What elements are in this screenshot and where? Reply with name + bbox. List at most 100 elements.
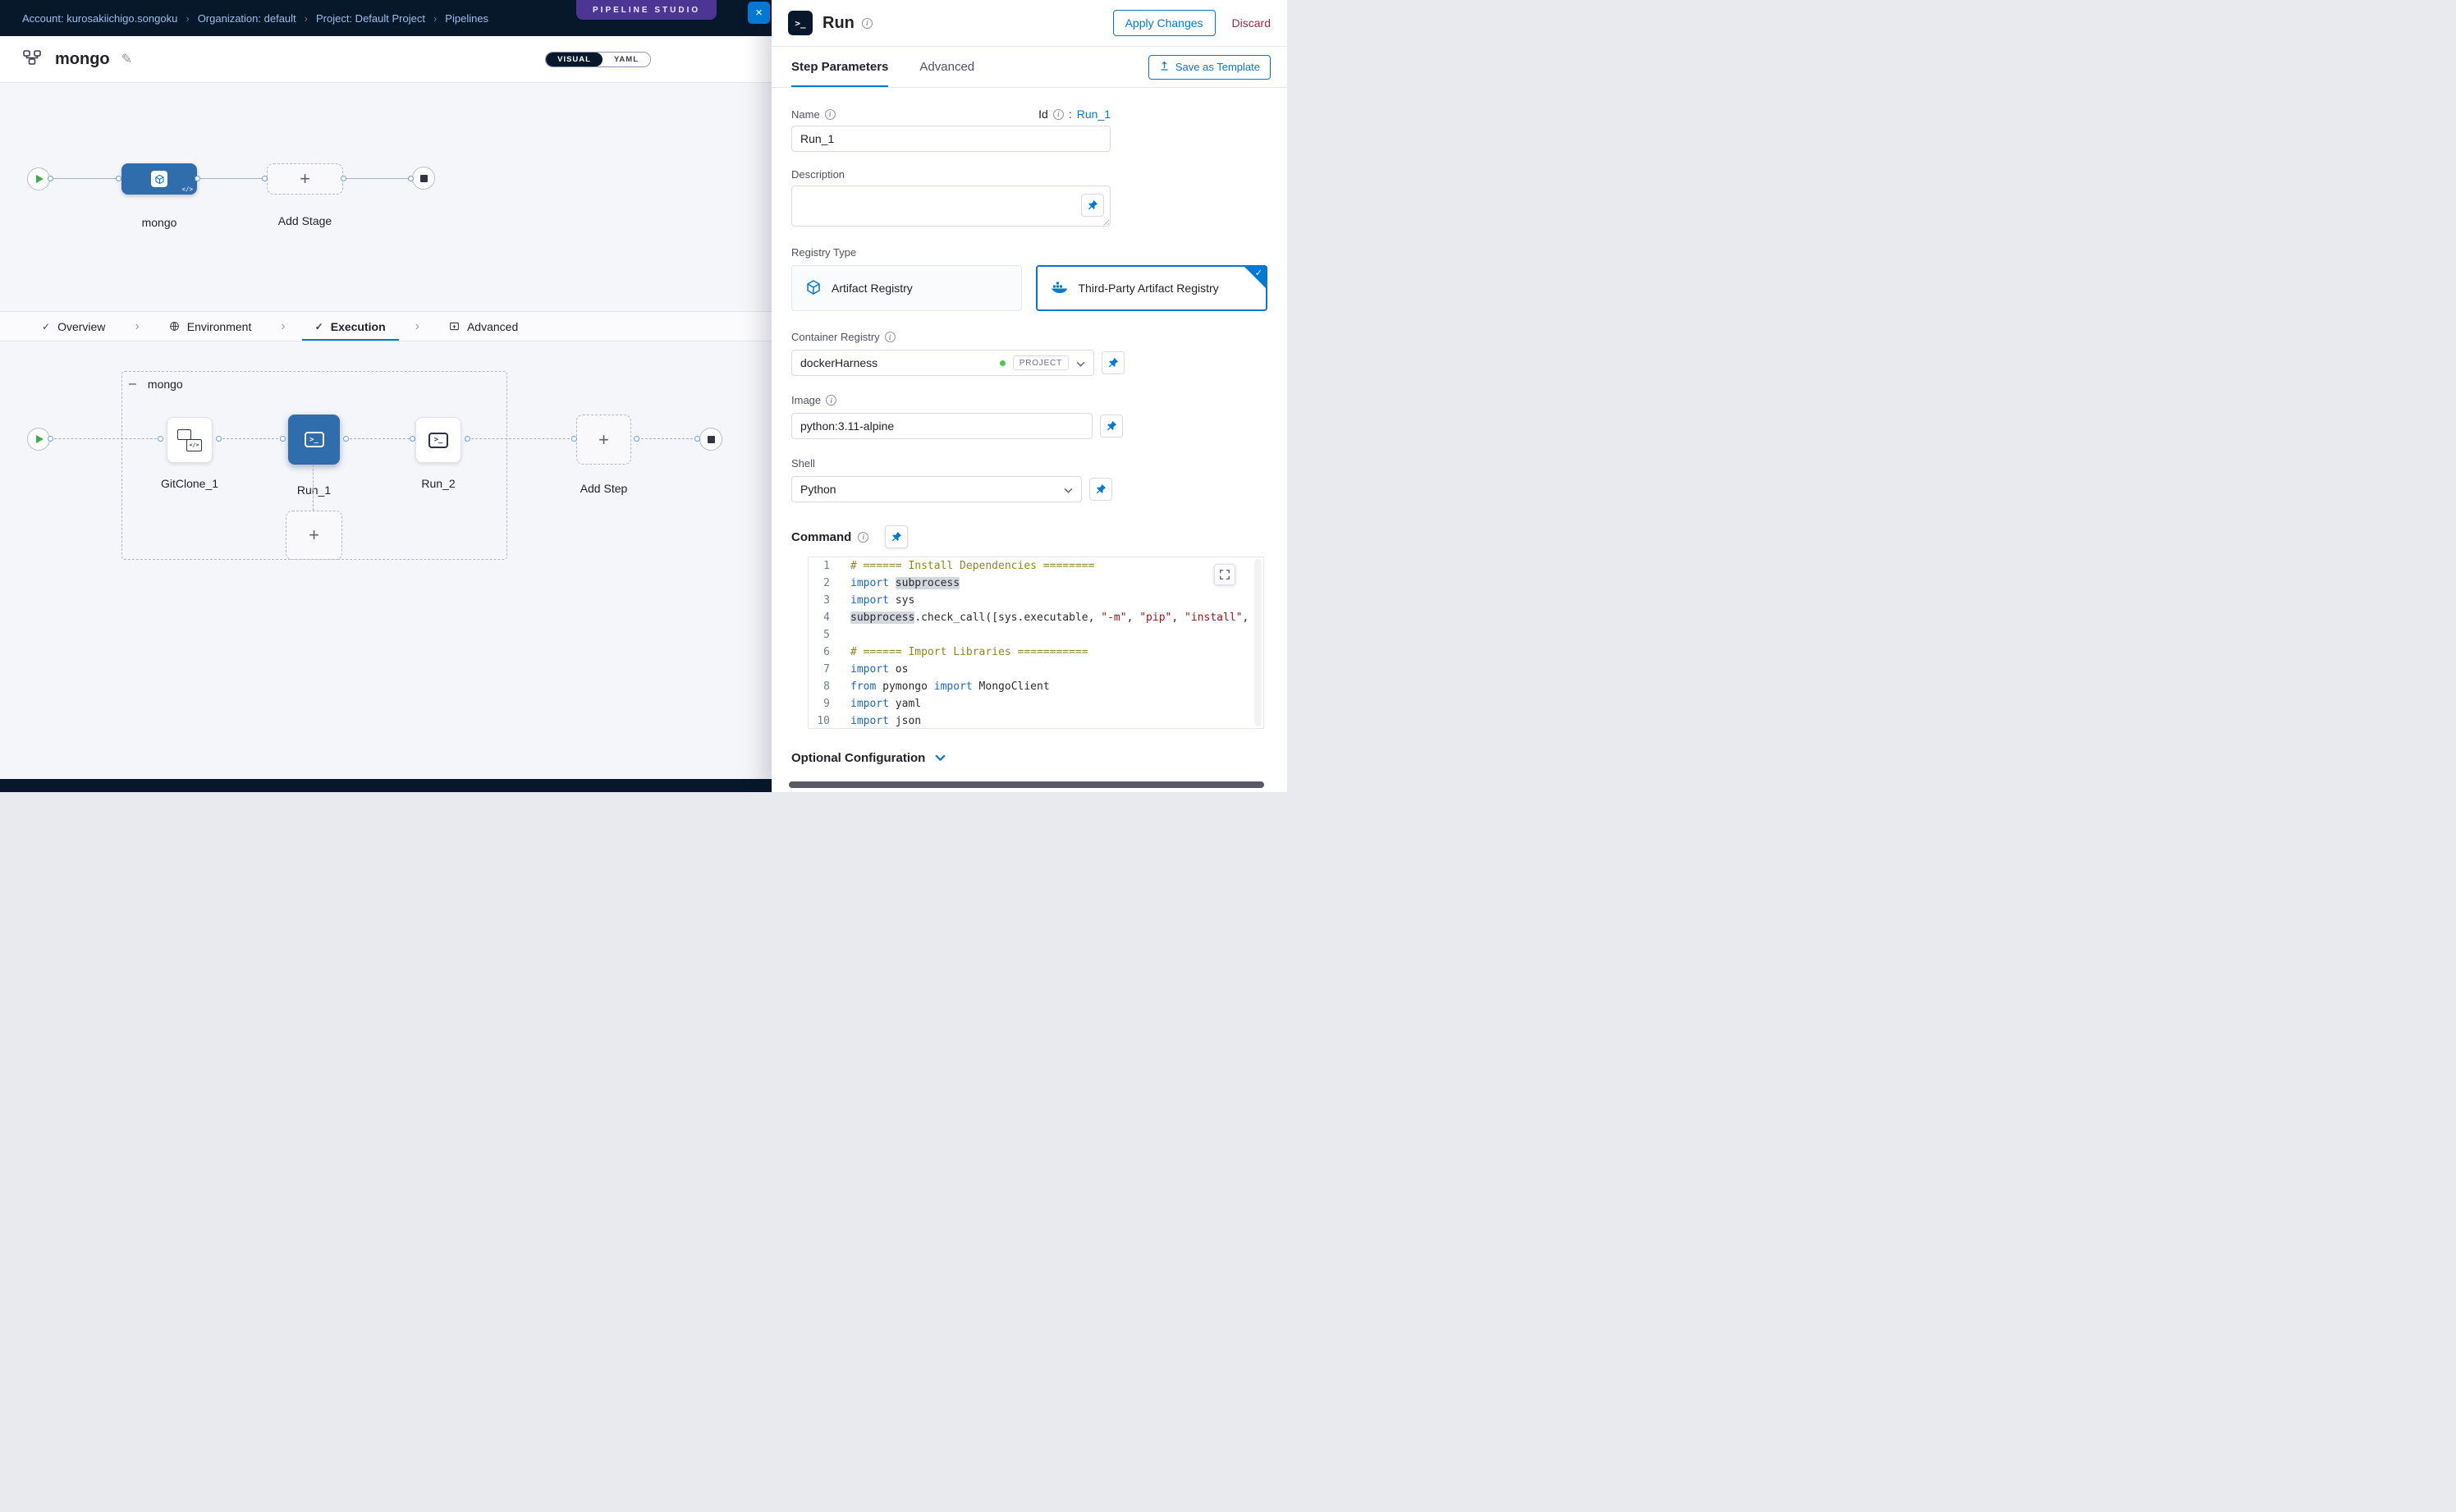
- tab-label: Overview: [57, 320, 105, 333]
- pin-fixed-value-button[interactable]: [1102, 351, 1125, 374]
- gitclone-icon: </>: [177, 429, 202, 451]
- step-node-run-1[interactable]: >_: [288, 415, 340, 465]
- description-label: Description: [791, 168, 845, 181]
- panel-header: >_ Run i Apply Changes Discard: [772, 0, 1287, 47]
- registry-card-artifact[interactable]: Artifact Registry: [791, 265, 1022, 311]
- optional-configuration-toggle[interactable]: Optional Configuration: [791, 750, 1267, 765]
- tab-execution[interactable]: ✓ Execution: [302, 312, 399, 341]
- container-registry-select[interactable]: dockerHarness PROJECT: [791, 350, 1094, 376]
- code-text: # ====== Install Dependencies ========: [830, 557, 1094, 575]
- name-input[interactable]: Run_1: [791, 126, 1111, 152]
- container-registry-value: dockerHarness: [800, 356, 877, 369]
- line-number: 2: [809, 575, 830, 592]
- page-root: Account: kurosakiichigo.songoku › Organi…: [0, 0, 1287, 792]
- connector-port: [158, 436, 163, 442]
- close-panel-button[interactable]: ×: [748, 2, 770, 24]
- edit-pencil-icon[interactable]: ✎: [121, 51, 132, 67]
- connector-port: [571, 436, 577, 442]
- connector-port: [410, 436, 415, 442]
- shell-select[interactable]: Python: [791, 476, 1082, 502]
- discard-button[interactable]: Discard: [1232, 16, 1271, 30]
- code-line: 8from pymongo import MongoClient: [809, 678, 1263, 695]
- add-stage-button[interactable]: +: [267, 163, 343, 195]
- step-node-gitclone-1[interactable]: </>: [167, 417, 213, 463]
- id-separator: :: [1069, 108, 1072, 121]
- code-text: import subprocess: [830, 575, 960, 592]
- pin-fixed-value-button[interactable]: [1100, 415, 1123, 438]
- info-icon[interactable]: i: [858, 532, 868, 543]
- code-line: 1# ====== Install Dependencies ========: [809, 557, 1263, 575]
- info-icon[interactable]: i: [862, 18, 873, 29]
- breadcrumb-account[interactable]: Account: kurosakiichigo.songoku: [22, 12, 177, 25]
- pin-fixed-value-button[interactable]: [1081, 194, 1104, 217]
- code-line: 7import os: [809, 661, 1263, 678]
- breadcrumb-project[interactable]: Project: Default Project: [316, 12, 425, 25]
- tab-label: Environment: [187, 320, 252, 333]
- plus-icon: +: [309, 525, 319, 546]
- tab-environment[interactable]: Environment: [156, 312, 265, 341]
- panel-tabbar: Step Parameters Advanced Save as Templat…: [772, 47, 1287, 88]
- step-config-panel: >_ Run i Apply Changes Discard Step Para…: [772, 0, 1287, 792]
- tab-overview[interactable]: ✓ Overview: [29, 312, 118, 341]
- breadcrumb-organization[interactable]: Organization: default: [198, 12, 296, 25]
- expand-editor-button[interactable]: [1214, 564, 1235, 585]
- apply-changes-button[interactable]: Apply Changes: [1113, 10, 1216, 36]
- code-line: 6# ====== Import Libraries ===========: [809, 644, 1263, 661]
- connected-status-dot: [1000, 360, 1006, 366]
- save-as-template-label: Save as Template: [1175, 61, 1260, 73]
- chevron-right-icon: ›: [415, 319, 419, 334]
- info-icon[interactable]: i: [825, 109, 836, 120]
- chevron-right-icon: ›: [433, 12, 437, 25]
- registry-card-third-party[interactable]: Third-Party Artifact Registry ✓: [1036, 265, 1268, 311]
- stage-label: mongo: [121, 216, 197, 229]
- stage-node-mongo[interactable]: </>: [121, 163, 197, 195]
- chevron-down-icon: [935, 750, 946, 765]
- info-icon[interactable]: i: [885, 332, 896, 342]
- tab-advanced[interactable]: Advanced: [436, 312, 531, 341]
- pipeline-start-node[interactable]: [27, 167, 50, 190]
- collapse-minus-icon[interactable]: –: [129, 377, 136, 392]
- pipeline-end-node[interactable]: [412, 167, 435, 190]
- registry-card-label: Artifact Registry: [832, 282, 913, 295]
- add-parallel-step-button[interactable]: +: [286, 511, 342, 560]
- image-label-row: Image i: [791, 394, 1267, 406]
- step-connector: [346, 438, 410, 439]
- code-text: import sys: [830, 592, 914, 609]
- pipeline-toolbar: mongo ✎ VISUAL YAML: [0, 36, 772, 83]
- breadcrumb-pipelines[interactable]: Pipelines: [445, 12, 488, 25]
- panel-horizontal-scrollbar-thumb[interactable]: [789, 781, 1264, 788]
- visual-toggle-button[interactable]: VISUAL: [546, 53, 603, 66]
- container-registry-label-row: Container Registry i: [791, 331, 1267, 343]
- chevron-down-icon[interactable]: [1076, 356, 1085, 369]
- execution-start-node[interactable]: [27, 428, 50, 451]
- editor-vertical-scrollbar[interactable]: [1254, 559, 1262, 726]
- execution-end-node[interactable]: [699, 428, 722, 451]
- connector-port: [634, 436, 639, 442]
- connector-port: [262, 176, 268, 181]
- command-code-editor[interactable]: 1# ====== Install Dependencies ========2…: [808, 557, 1264, 729]
- bottom-bar: [0, 779, 772, 792]
- description-textarea[interactable]: [791, 186, 1111, 227]
- code-text: [830, 626, 850, 644]
- code-tag-icon: </>: [181, 186, 193, 193]
- step-node-run-2[interactable]: >_: [415, 417, 461, 463]
- step-connector: [218, 438, 282, 439]
- line-number: 5: [809, 626, 830, 644]
- image-input[interactable]: python:3.11-alpine: [791, 413, 1093, 439]
- info-icon[interactable]: i: [826, 395, 836, 405]
- line-number: 3: [809, 592, 830, 609]
- yaml-toggle-button[interactable]: YAML: [603, 53, 650, 66]
- add-step-button[interactable]: +: [576, 415, 631, 465]
- stage-connector: [50, 178, 121, 179]
- line-number: 7: [809, 661, 830, 678]
- chevron-down-icon[interactable]: [1064, 483, 1073, 496]
- info-icon[interactable]: i: [1053, 109, 1064, 120]
- code-text: import json: [830, 712, 921, 729]
- stage-section-tabbar: ✓ Overview › Environment › ✓ Execution ›: [0, 311, 772, 341]
- pin-fixed-value-button[interactable]: [885, 525, 908, 548]
- name-label-row: Name i: [791, 108, 836, 121]
- tab-advanced-panel[interactable]: Advanced: [919, 47, 974, 87]
- save-as-template-button[interactable]: Save as Template: [1148, 55, 1271, 80]
- pin-fixed-value-button[interactable]: [1089, 478, 1112, 501]
- tab-step-parameters[interactable]: Step Parameters: [791, 47, 888, 87]
